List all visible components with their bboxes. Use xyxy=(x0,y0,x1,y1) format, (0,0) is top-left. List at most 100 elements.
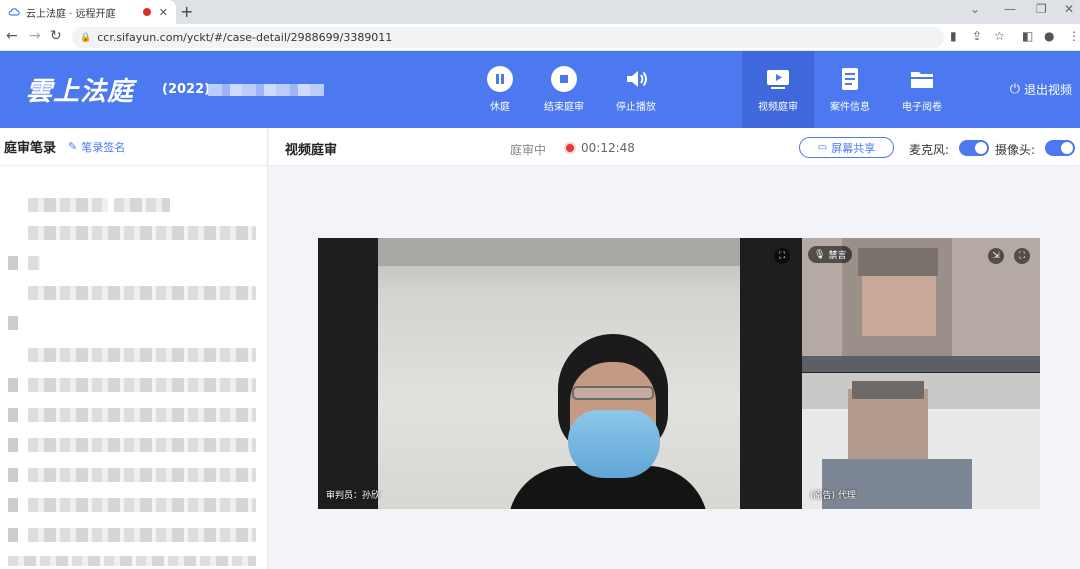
forward-icon[interactable]: → xyxy=(29,28,41,44)
pixelated-person xyxy=(802,356,1040,372)
pixelated-person xyxy=(862,276,936,336)
tab-close-icon[interactable]: ✕ xyxy=(159,6,168,19)
video-ceiling xyxy=(378,238,740,266)
case-info-label: 案件信息 xyxy=(830,102,870,113)
mic-label: 麦克风: xyxy=(909,143,950,157)
redacted-line xyxy=(8,256,18,270)
tab-title: 云上法庭 · 远程开庭 xyxy=(26,8,116,20)
pixelated-person xyxy=(852,381,924,399)
redacted-line xyxy=(28,438,256,452)
trial-record-title: 庭审笔录 xyxy=(4,141,57,156)
video-play-icon xyxy=(767,70,789,89)
main-video-label: 审判员：孙欣 xyxy=(326,491,381,501)
redacted-line xyxy=(8,316,18,330)
speaker-icon xyxy=(627,71,647,87)
case-info-tab[interactable]: 案件信息 xyxy=(814,51,886,128)
redacted-line xyxy=(8,408,18,422)
camera-in-use-icon[interactable]: ▮ xyxy=(950,29,957,43)
sign-record-button[interactable]: ✎ 笔录签名 xyxy=(68,139,125,155)
camera-toggle[interactable] xyxy=(1045,140,1075,156)
redacted-line xyxy=(8,528,18,542)
maximize-icon[interactable]: ❐ xyxy=(1036,2,1047,16)
tab-search-icon[interactable]: ⌄ xyxy=(970,2,980,16)
address-bar[interactable]: 🔒 ccr.sifayun.com/yckt/#/case-detail/298… xyxy=(72,27,944,48)
redacted-line xyxy=(28,348,256,362)
pop-out-icon[interactable]: ⇲ xyxy=(988,248,1004,264)
recess-button[interactable]: 休庭 xyxy=(464,51,536,128)
bookmark-star-icon[interactable]: ☆ xyxy=(994,29,1005,43)
recording-dot-icon xyxy=(566,144,574,152)
side-panel-icon[interactable]: ◧ xyxy=(1022,29,1033,43)
screen-share-button[interactable]: ▭ 屏幕共享 xyxy=(799,137,894,158)
redacted-line xyxy=(8,468,18,482)
exit-video-button[interactable]: ⏻ 退出视频 xyxy=(1010,81,1072,98)
side-video-feed-bottom[interactable]: (原告) 代理 xyxy=(802,373,1040,509)
redacted-line xyxy=(28,226,256,240)
video-trial-label: 视频庭审 xyxy=(758,102,798,113)
mic-toggle[interactable] xyxy=(959,140,989,156)
menu-dots-icon[interactable]: ⋮ xyxy=(1068,29,1080,43)
end-trial-label: 结束庭审 xyxy=(544,102,584,113)
cloud-favicon-icon xyxy=(8,8,20,16)
trial-record-panel: 庭审笔录 ✎ 笔录签名 xyxy=(0,128,268,569)
trial-status: 庭审中 xyxy=(510,143,547,157)
redacted-line xyxy=(28,378,256,392)
video-trial-tab[interactable]: 视频庭审 xyxy=(742,51,814,128)
profile-avatar-icon[interactable]: ● xyxy=(1044,29,1054,43)
redacted-line xyxy=(28,198,108,212)
lock-icon: 🔒 xyxy=(80,32,92,43)
video-stage: 审判员：孙欣 ⛶ 🎙 禁言 ⇲ ⛶ (原告) 代理 xyxy=(318,238,1040,509)
case-number: (2022) xyxy=(162,82,211,97)
e-filing-label: 电子阅卷 xyxy=(902,102,942,113)
recording-indicator-icon xyxy=(142,8,151,16)
new-tab-button[interactable]: + xyxy=(180,2,193,21)
redacted-line xyxy=(8,378,18,392)
recess-label: 休庭 xyxy=(490,102,510,113)
pixelated-person xyxy=(822,459,972,509)
stop-playback-label: 停止播放 xyxy=(616,102,656,113)
redacted-line xyxy=(28,498,256,512)
browser-tabstrip: 云上法庭 · 远程开庭 ✕ + ⌄ — ❐ ✕ xyxy=(0,0,1080,24)
minimize-icon[interactable]: — xyxy=(1004,2,1016,16)
redacted-line xyxy=(28,468,256,482)
judge-glasses xyxy=(572,386,654,400)
pause-icon xyxy=(487,66,513,92)
pixelated-person xyxy=(848,389,928,459)
trial-record-content-redacted xyxy=(0,166,267,569)
trial-timer: 00:12:48 xyxy=(581,141,635,155)
e-filing-tab[interactable]: 电子阅卷 xyxy=(886,51,958,128)
redacted-line xyxy=(28,528,256,542)
app-logo: 雲上法庭 xyxy=(26,77,135,107)
pencil-icon: ✎ xyxy=(68,140,78,153)
reload-icon[interactable]: ↻ xyxy=(50,28,62,44)
main-video-feed[interactable]: 审判员：孙欣 ⛶ xyxy=(318,238,802,509)
share-icon[interactable]: ⇪ xyxy=(972,29,982,43)
document-icon xyxy=(842,68,858,90)
video-trial-title: 视频庭审 xyxy=(285,143,338,158)
app-header: 雲上法庭 (2022) 休庭 结束庭审 停止播放 视频庭审 案件信息 电子阅卷 … xyxy=(0,51,1080,128)
mic-muted-icon: 🎙 xyxy=(814,249,826,260)
end-trial-button[interactable]: 结束庭审 xyxy=(528,51,600,128)
screen-share-icon: ▭ xyxy=(817,142,828,153)
redacted-line xyxy=(28,256,40,270)
muted-label: 禁言 xyxy=(828,251,847,261)
trial-record-header: 庭审笔录 ✎ 笔录签名 xyxy=(0,128,267,166)
back-icon[interactable]: ← xyxy=(6,28,18,44)
redacted-line xyxy=(28,408,256,422)
redacted-line xyxy=(28,286,256,300)
camera-label: 摄像头: xyxy=(995,143,1036,157)
video-trial-header: 视频庭审 庭审中 00:12:48 ▭ 屏幕共享 麦克风: 摄像头: xyxy=(269,128,1080,166)
browser-tab[interactable]: 云上法庭 · 远程开庭 ✕ xyxy=(0,0,176,24)
window-close-icon[interactable]: ✕ xyxy=(1064,2,1074,16)
fullscreen-icon[interactable]: ⛶ xyxy=(1014,248,1030,264)
pixelated-person xyxy=(858,248,938,276)
fullscreen-icon[interactable]: ⛶ xyxy=(774,248,790,264)
side-video-feed-top[interactable]: 🎙 禁言 ⇲ ⛶ xyxy=(802,238,1040,372)
screen-share-label: 屏幕共享 xyxy=(831,141,876,155)
redacted-line xyxy=(8,556,256,566)
side-video-label: (原告) 代理 xyxy=(810,491,856,501)
browser-toolbar: ← → ↻ 🔒 ccr.sifayun.com/yckt/#/case-deta… xyxy=(0,24,1080,51)
power-icon: ⏻ xyxy=(1009,82,1020,97)
redacted-line xyxy=(114,198,170,212)
stop-playback-button[interactable]: 停止播放 xyxy=(600,51,672,128)
